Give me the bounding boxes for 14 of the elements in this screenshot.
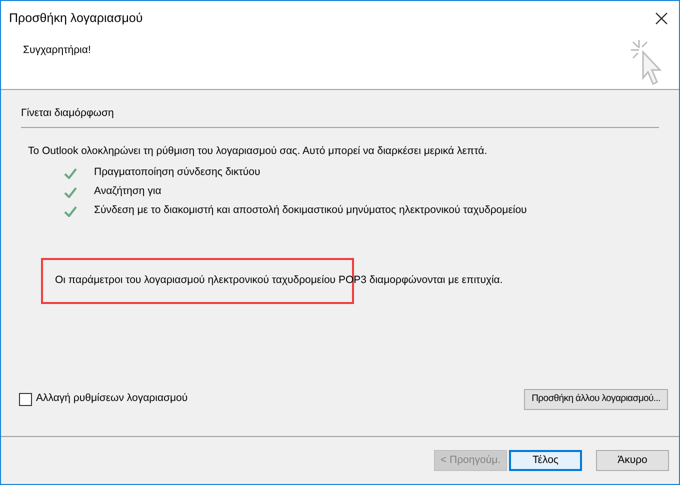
close-icon <box>654 12 668 25</box>
add-account-button[interactable]: Προσθήκη άλλου λογαριασμού... <box>524 388 668 410</box>
dialog-button[interactable]: Τέλος <box>509 450 582 471</box>
step-label: Σύνδεση με το διακομιστή και αποστολή δοκιμαστικού μηνύματος ηλεκτρονικού ταχυδρομείου <box>94 203 527 218</box>
close-button[interactable] <box>653 10 669 26</box>
step-label: Πραγματοποίηση σύνδεσης δικτύου <box>94 165 260 180</box>
section-title: Γίνεται διαμόρφωση <box>21 106 115 121</box>
intro-text: Το Outlook ολοκληρώνει τη ρύθμιση του λογαριασμού σας. Αυτό μπορεί να διαρκέσει μερικά λεπτά. <box>28 144 488 159</box>
checkbox[interactable] <box>19 392 32 406</box>
header-title: Συγχαρητήρια! <box>23 43 91 58</box>
dialog-button[interactable]: Άκυρο <box>596 450 669 471</box>
change-settings-checkbox[interactable]: Αλλαγή ρυθμίσεων λογαριασμού <box>19 391 188 407</box>
window-title: Προσθήκη λογαριασμού <box>9 10 143 28</box>
step-label: Αναζήτηση για <box>94 184 162 200</box>
